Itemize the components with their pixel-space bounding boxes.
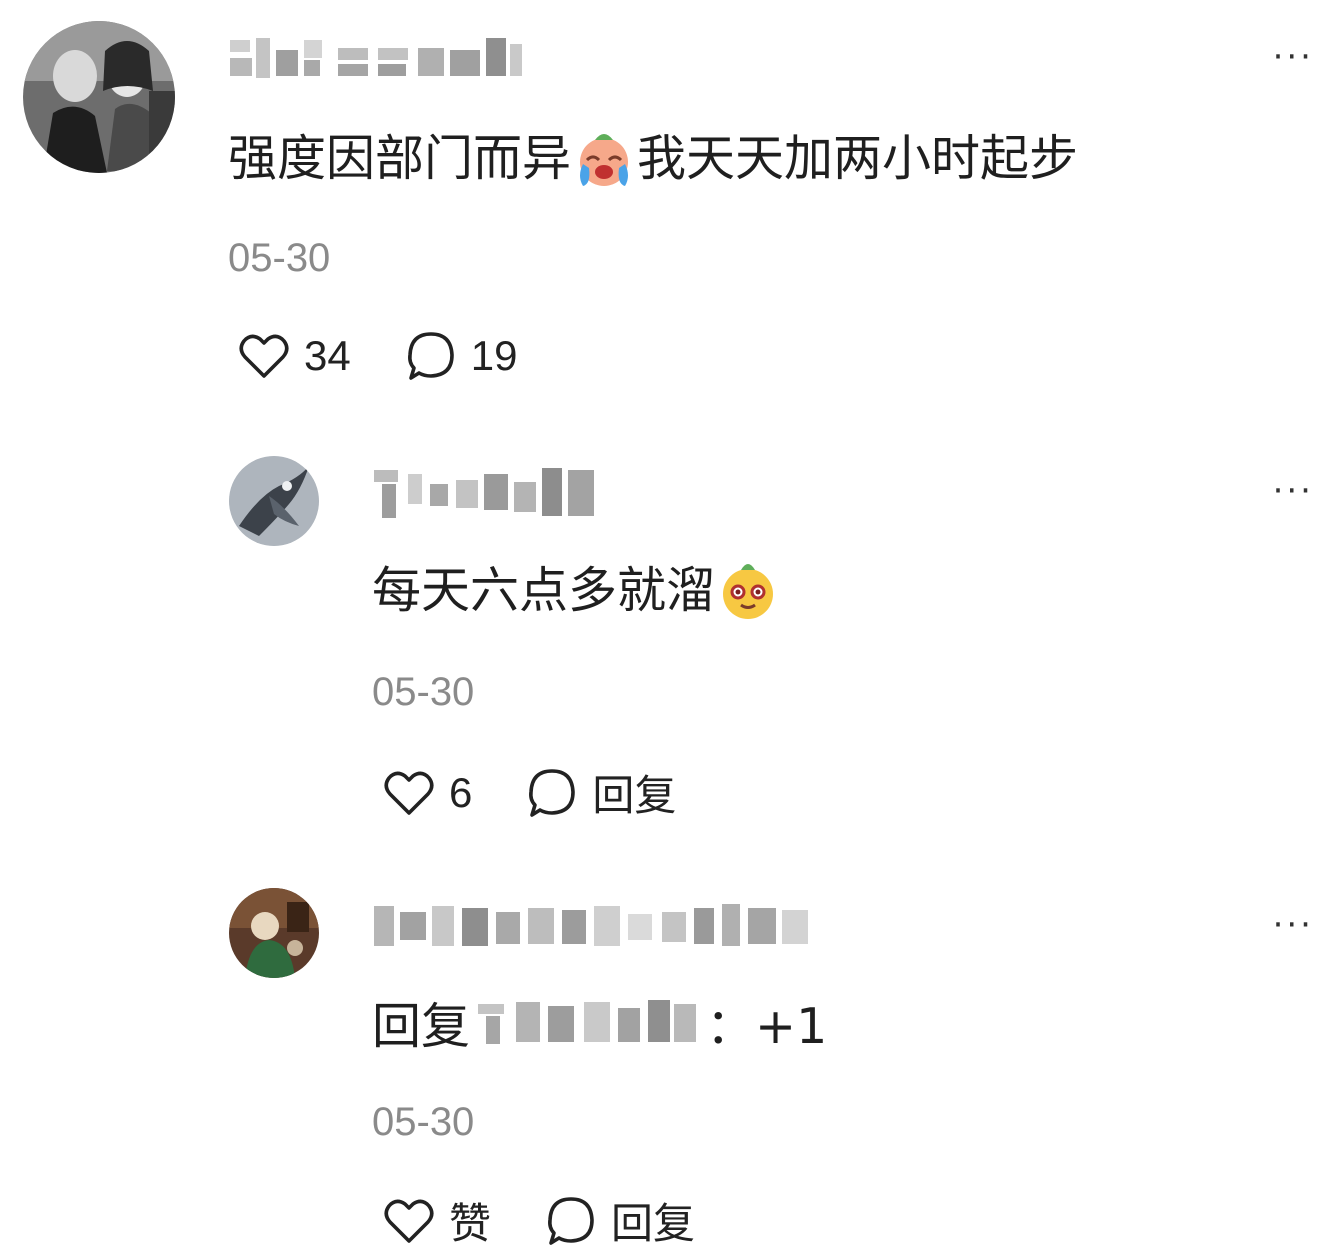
username-blurred[interactable]: [228, 34, 528, 82]
reply-suffix: ：+1: [706, 998, 828, 1055]
crying-face-emoji-icon: [573, 128, 635, 190]
like-label: 赞: [449, 1199, 492, 1248]
heart-icon: [384, 771, 434, 815]
reply-count: 19: [470, 332, 518, 379]
like-count: 34: [304, 332, 351, 379]
blurred-username-icon: [374, 904, 808, 946]
username-blurred[interactable]: [372, 468, 598, 518]
reply-button[interactable]: 回复: [524, 762, 676, 823]
comment-1: ··· 强度因部门而异 我天天加两小时起步 05-30 34 19: [0, 0, 1342, 420]
comment-text-part1: 每天六点多就溜: [372, 562, 716, 619]
comment-actions: 34 19: [236, 328, 517, 384]
comment-text: 每天六点多就溜: [372, 560, 781, 622]
avatar-dragon-icon: [229, 456, 319, 546]
comment-date: 05-30: [372, 1100, 475, 1144]
blurred-username-icon: [374, 468, 594, 518]
user-avatar[interactable]: [229, 888, 319, 978]
speech-bubble-icon: [529, 768, 576, 817]
speech-bubble-icon: [407, 332, 454, 380]
reply-prefix: 回复: [372, 998, 471, 1055]
avatar-figure-icon: [229, 888, 319, 978]
more-options-icon[interactable]: ···: [1273, 474, 1314, 508]
speech-bubble-icon: [548, 1196, 594, 1245]
like-button[interactable]: 6: [381, 765, 472, 821]
user-avatar[interactable]: [23, 21, 175, 173]
comment-actions: 6 回复: [381, 762, 676, 823]
reply-button[interactable]: 19: [403, 328, 518, 384]
heart-icon: [384, 1199, 434, 1243]
comment-text-part1: 强度因部门而异: [228, 130, 572, 187]
like-count: 6: [449, 768, 473, 816]
reply-label: 回复: [611, 1199, 696, 1248]
comment-actions: 赞 回复: [381, 1190, 695, 1251]
comment-text-part2: 我天天加两小时起步: [637, 130, 1079, 187]
reply-button[interactable]: 回复: [543, 1190, 695, 1251]
avatar-photo-icon: [23, 21, 175, 173]
user-avatar[interactable]: [229, 456, 319, 546]
blurred-username-icon: [230, 38, 522, 78]
like-button[interactable]: 赞: [381, 1190, 491, 1251]
more-options-icon[interactable]: ···: [1273, 908, 1314, 942]
sly-face-emoji-icon: [717, 560, 779, 622]
more-options-icon[interactable]: ···: [1273, 40, 1314, 74]
mentioned-user-blurred[interactable]: [476, 994, 700, 1060]
comment-date: 05-30: [372, 670, 475, 714]
blurred-mention-icon: [478, 1000, 697, 1044]
username-blurred[interactable]: [372, 902, 812, 950]
comment-text: 强度因部门而异 我天天加两小时起步: [228, 128, 1078, 190]
comment-date: 05-30: [228, 236, 331, 280]
like-button[interactable]: 34: [236, 328, 351, 384]
heart-icon: [239, 334, 289, 378]
comment-text: 回复 ：+1: [372, 994, 827, 1060]
reply-label: 回复: [592, 771, 677, 820]
